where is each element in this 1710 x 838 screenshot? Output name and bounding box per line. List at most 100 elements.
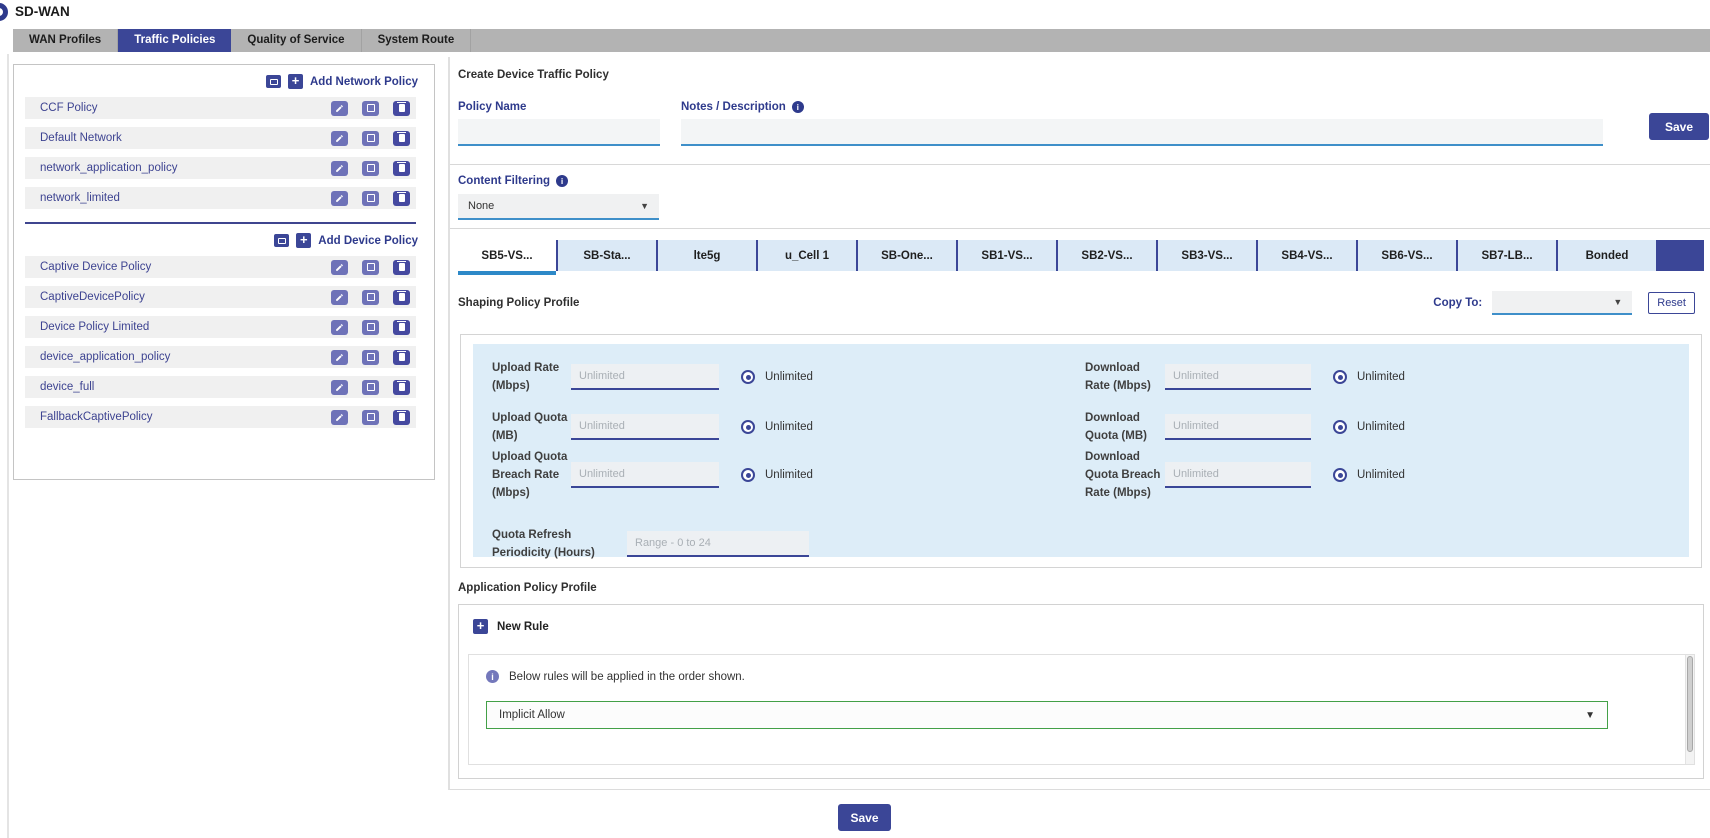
interface-tab[interactable]: SB-Sta... (558, 240, 658, 271)
scrollbar-thumb[interactable] (1687, 656, 1693, 752)
delete-icon[interactable] (393, 260, 410, 275)
upload-rate-input[interactable] (571, 364, 719, 390)
quota-refresh-input[interactable] (627, 531, 809, 557)
unlimited-radio[interactable] (741, 370, 755, 384)
device-policy-row[interactable]: device_full (25, 376, 416, 398)
delete-icon[interactable] (393, 350, 410, 365)
notes-input[interactable] (681, 119, 1603, 146)
delete-icon[interactable] (393, 320, 410, 335)
unlimited-radio-label: Unlimited (1357, 371, 1405, 383)
info-icon[interactable]: i (792, 101, 804, 113)
unlimited-radio-label: Unlimited (765, 371, 813, 383)
interface-tab[interactable]: SB2-VS... (1058, 240, 1158, 271)
edit-icon[interactable] (331, 131, 348, 146)
interface-tab[interactable]: Bonded (1558, 240, 1658, 271)
implicit-allow-select[interactable]: Implicit Allow ▼ (486, 701, 1608, 729)
network-policy-row[interactable]: CCF Policy (25, 97, 416, 119)
download-rate-label: Download Rate (Mbps) (1085, 359, 1165, 396)
unlimited-radio[interactable] (741, 468, 755, 482)
edit-icon[interactable] (331, 191, 348, 206)
network-policy-row[interactable]: Default Network (25, 127, 416, 149)
network-policy-row[interactable]: network_application_policy (25, 157, 416, 179)
unlimited-radio[interactable] (1333, 420, 1347, 434)
interface-tab[interactable]: SB-One... (858, 240, 958, 271)
rules-scrollbar[interactable] (1685, 655, 1694, 764)
rule-select-value: Implicit Allow (499, 709, 565, 721)
copy-icon[interactable] (362, 131, 379, 146)
interface-tab[interactable]: u_Cell 1 (758, 240, 858, 271)
edit-icon[interactable] (331, 161, 348, 176)
unlimited-radio[interactable] (741, 420, 755, 434)
interface-tab[interactable]: lte5g (658, 240, 758, 271)
copy-icon[interactable] (362, 350, 379, 365)
info-icon[interactable]: i (556, 175, 568, 187)
copy-icon[interactable] (362, 380, 379, 395)
copy-icon[interactable] (362, 191, 379, 206)
download-quota-input[interactable] (1165, 414, 1311, 440)
reset-button[interactable]: Reset (1648, 292, 1695, 314)
copy-icon[interactable] (362, 320, 379, 335)
save-button-bottom[interactable]: Save (838, 804, 891, 831)
edit-icon[interactable] (331, 260, 348, 275)
tab-quality-of-service[interactable]: Quality of Service (231, 29, 361, 52)
tab-scroll-button[interactable] (1658, 240, 1704, 271)
interface-tab[interactable]: SB4-VS... (1258, 240, 1358, 271)
interface-tab[interactable]: SB6-VS... (1358, 240, 1458, 271)
copy-icon[interactable] (362, 101, 379, 116)
edit-icon[interactable] (331, 410, 348, 425)
tab-wan-profiles[interactable]: WAN Profiles (13, 29, 118, 52)
delete-icon[interactable] (393, 101, 410, 116)
device-policy-row[interactable]: CaptiveDevicePolicy (25, 286, 416, 308)
network-policy-row[interactable]: network_limited (25, 187, 416, 209)
add-device-policy-button[interactable]: Add Device Policy (318, 235, 418, 247)
unlimited-radio[interactable] (1333, 370, 1347, 384)
new-rule-button[interactable]: New Rule (497, 621, 549, 633)
upload-breach-input[interactable] (571, 462, 719, 488)
open-window-icon[interactable] (274, 234, 289, 247)
copy-to-select[interactable]: ▼ (1492, 291, 1632, 315)
copy-icon[interactable] (362, 290, 379, 305)
device-policy-row[interactable]: device_application_policy (25, 346, 416, 368)
device-policy-row[interactable]: Device Policy Limited (25, 316, 416, 338)
copy-icon[interactable] (362, 260, 379, 275)
plus-icon[interactable]: + (288, 74, 303, 89)
delete-icon[interactable] (393, 380, 410, 395)
open-window-icon[interactable] (266, 75, 281, 88)
copy-icon[interactable] (362, 410, 379, 425)
unlimited-radio-label: Unlimited (1357, 421, 1405, 433)
edit-icon[interactable] (331, 290, 348, 305)
content-filtering-select[interactable]: None ▼ (458, 194, 659, 220)
device-policy-row[interactable]: FallbackCaptivePolicy (25, 406, 416, 428)
edit-icon[interactable] (331, 320, 348, 335)
upload-quota-input[interactable] (571, 414, 719, 440)
edit-icon[interactable] (331, 380, 348, 395)
device-policy-row[interactable]: Captive Device Policy (25, 256, 416, 278)
plus-icon[interactable]: + (296, 233, 311, 248)
new-rule-row: + New Rule (459, 605, 1703, 634)
tab-traffic-policies[interactable]: Traffic Policies (118, 29, 231, 52)
tab-system-route[interactable]: System Route (362, 29, 472, 52)
delete-icon[interactable] (393, 290, 410, 305)
edit-icon[interactable] (331, 350, 348, 365)
upload-rate-row: Upload Rate (Mbps) Unlimited (492, 359, 1067, 396)
application-policy-box: + New Rule i Below rules will be applied… (458, 604, 1704, 779)
delete-icon[interactable] (393, 131, 410, 146)
edit-icon[interactable] (331, 101, 348, 116)
plus-icon[interactable]: + (473, 619, 488, 634)
delete-icon[interactable] (393, 410, 410, 425)
interface-tab[interactable]: SB1-VS... (958, 240, 1058, 271)
download-breach-input[interactable] (1165, 462, 1311, 488)
section-divider (450, 164, 1710, 165)
interface-tab[interactable]: SB5-VS... (458, 240, 558, 271)
delete-icon[interactable] (393, 191, 410, 206)
policy-name-input[interactable] (458, 119, 660, 146)
unlimited-radio[interactable] (1333, 468, 1347, 482)
interface-tab[interactable]: SB7-LB... (1458, 240, 1558, 271)
policy-name: network_application_policy (40, 162, 317, 174)
copy-icon[interactable] (362, 161, 379, 176)
save-button-top[interactable]: Save (1649, 113, 1709, 140)
interface-tab[interactable]: SB3-VS... (1158, 240, 1258, 271)
download-rate-input[interactable] (1165, 364, 1311, 390)
add-network-policy-button[interactable]: Add Network Policy (310, 76, 418, 88)
delete-icon[interactable] (393, 161, 410, 176)
